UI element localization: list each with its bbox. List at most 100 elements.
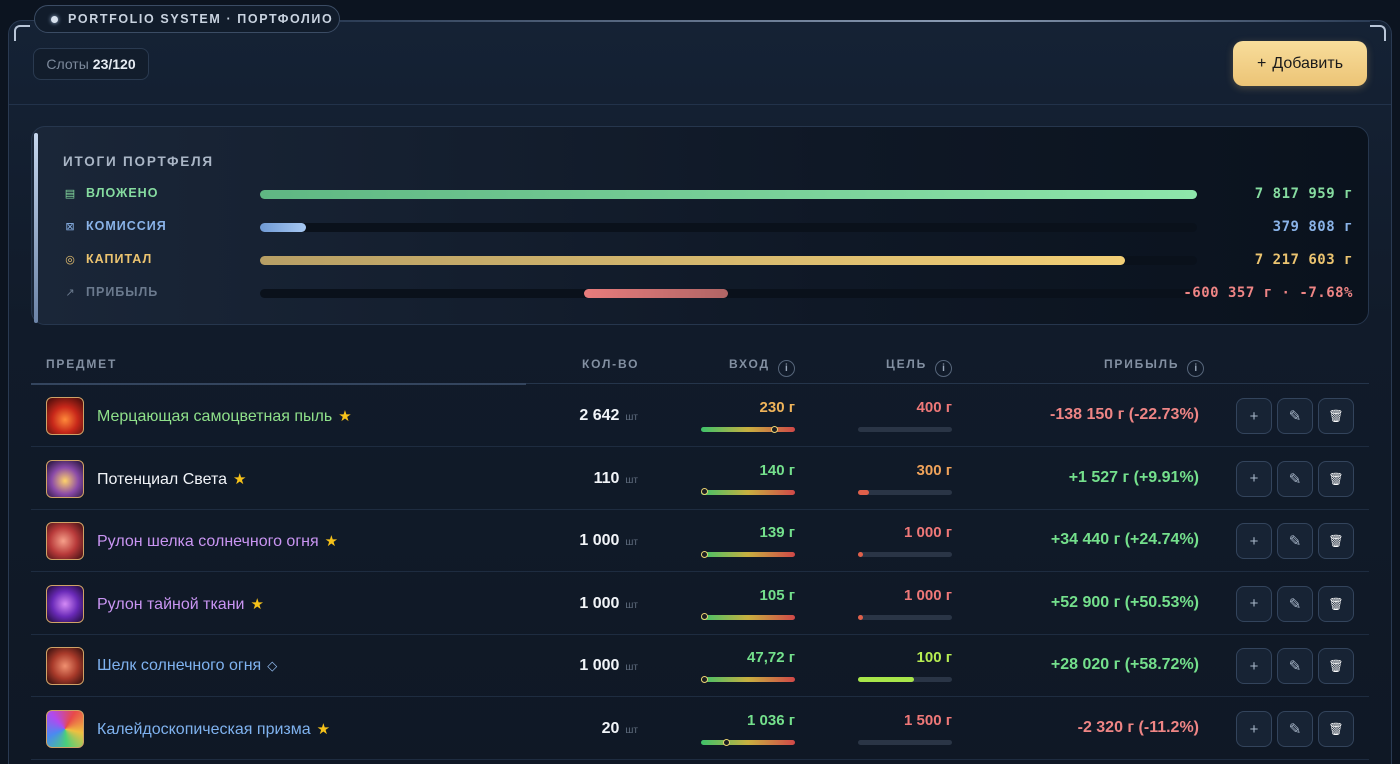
entry-price: 140 г [759,461,795,479]
entry-price: 139 г [759,524,795,542]
edit-button[interactable]: ✎ [1277,523,1313,560]
quantity-value: 2 642 [579,407,620,424]
item-name[interactable]: Калейдоскопическая призма ★ [97,720,330,739]
target-price: 1 000 г [904,524,952,542]
item-name[interactable]: Рулон шелка солнечного огня ★ [97,532,338,551]
add-item-button[interactable]: + Добавить [1233,41,1367,86]
column-header-item: ПРЕДМЕТ [46,357,118,371]
summary-row-amount: 7 817 959 г [1254,186,1353,202]
table-row[interactable]: Шелк солнечного огня ◇ 1 000 шт 47,72 г 100 г… [31,635,1369,698]
favorite-star-icon: ★ [338,408,352,425]
edit-button[interactable]: ✎ [1277,585,1313,622]
column-header-target-label: ЦЕЛЬ [886,357,928,371]
summary-row-label: ВЛОЖЕНО [86,186,159,200]
summary-row-3: ↗ ПРИБЫЛЬ -600 357 г · -7.68% [63,284,1353,302]
entry-price-bar [701,675,795,683]
entry-price: 105 г [759,586,795,604]
quantity-unit: шт [625,725,638,736]
entry-price-bar [701,738,795,746]
add-position-button[interactable]: + [1236,523,1272,560]
plus-icon: + [1249,657,1259,675]
entry-price-marker [701,613,708,621]
edit-button[interactable]: ✎ [1277,711,1313,747]
summary-bar-track [260,190,1197,199]
add-position-button[interactable]: + [1236,585,1272,622]
entry-price-bar [701,488,795,496]
entry-info-icon[interactable]: i [777,360,795,377]
item-profit: -2 320 г (-11.2%) [1077,719,1199,736]
summary-row-1: ⊠ КОМИССИЯ 379 808 г [63,218,1353,236]
item-name[interactable]: Рулон тайной ткани ★ [97,595,264,614]
quantity-value: 1 000 [579,594,620,612]
target-price: 1 000 г [904,586,952,604]
column-header-qty: КОЛ-ВО [582,357,640,371]
summary-row-label: КАПИТАЛ [86,252,153,266]
add-position-button[interactable]: + [1236,711,1272,747]
summary-row-amount: 7 217 603 г [1254,252,1353,268]
delete-button[interactable]: 🗑 [1318,711,1354,747]
favorite-star-icon: ★ [233,470,247,488]
delete-button[interactable]: 🗑 [1318,398,1354,434]
delete-button[interactable]: 🗑 [1318,523,1354,560]
quantity-unit: шт [625,662,638,674]
item-name[interactable]: Мерцающая самоцветная пыль ★ [97,407,352,426]
target-progress-fill [858,677,915,683]
table-row[interactable]: Потенциал Света ★ 110 шт 140 г 300 г +1 527 г … [31,448,1369,510]
plus-icon: + [1249,470,1259,488]
target-progress-bar [858,427,952,432]
summary-accent-bar [34,133,38,323]
header-divider [9,104,1391,105]
summary-row-2: ◎ КАПИТАЛ 7 217 603 г [63,251,1353,269]
item-name-text: Шелк солнечного огня [97,657,262,675]
pencil-icon: ✎ [1288,658,1302,676]
entry-price-bar [701,425,795,433]
tag-label: PORTFOLIO SYSTEM · ПОРТФОЛИО [68,12,334,26]
summary-bar-track [260,289,1197,298]
target-price: 1 500 г [904,712,952,729]
summary-row-0: ▤ ВЛОЖЕНО 7 817 959 г [63,185,1353,203]
item-name[interactable]: Шелк солнечного огня ◇ [97,657,277,675]
summary-bar-fill [584,289,728,298]
edit-button[interactable]: ✎ [1277,648,1313,685]
delete-button[interactable]: 🗑 [1318,648,1354,685]
entry-price: 230 г [759,399,795,416]
slots-label: Слоты [46,56,89,72]
delete-button[interactable]: 🗑 [1318,585,1354,622]
entry-price-bar [701,550,795,558]
target-info-icon[interactable]: i [935,360,953,377]
summary-row-amount: 379 808 г [1272,219,1353,235]
entry-price: 47,72 г [747,649,795,667]
add-position-button[interactable]: + [1236,648,1272,685]
delete-button[interactable]: 🗑 [1318,460,1354,497]
table-row[interactable]: Рулон тайной ткани ★ 1 000 шт 105 г 1 000 г +5… [31,573,1369,635]
edit-button[interactable]: ✎ [1277,460,1313,497]
profit-info-icon[interactable]: i [1187,360,1205,377]
corner-bracket-left [14,25,30,41]
plus-icon: + [1249,532,1259,550]
plus-icon: + [1249,407,1259,425]
favorite-star-icon: ★ [250,595,264,613]
add-position-button[interactable]: + [1236,398,1272,434]
pencil-icon: ✎ [1288,408,1302,425]
table-row[interactable]: Калейдоскопическая призма ★ 20 шт 1 036 г 1 5… [31,698,1369,760]
entry-price-marker [722,738,730,746]
edit-button[interactable]: ✎ [1277,398,1313,434]
item-name[interactable]: Потенциал Света ★ [97,470,246,489]
table-row[interactable]: Рулон шелка солнечного огня ★ 1 000 шт 139 г… [31,510,1369,573]
item-quantity: 1 000 шт [579,595,638,613]
pencil-icon: ✎ [1288,721,1302,738]
add-position-button[interactable]: + [1236,460,1272,497]
summary-row-label: КОМИССИЯ [86,219,167,233]
slots-value: 23/120 [92,56,136,72]
portfolio-summary-card: ИТОГИ ПОРТФЕЛЯ ▤ ВЛОЖЕНО 7 817 959 г ⊠ КОМИС… [31,126,1369,325]
item-name-text: Мерцающая самоцветная пыль [97,408,333,425]
slots-counter: Слоты 23/120 [33,48,149,80]
item-name-text: Калейдоскопическая призма [97,721,311,738]
summary-row-label: ПРИБЫЛЬ [86,285,159,299]
trash-icon: 🗑 [1328,471,1344,486]
quantity-value: 110 [593,469,620,487]
column-header-entry: ВХОД i [729,357,795,377]
table-row[interactable]: Мерцающая самоцветная пыль ★ 2 642 шт 230 г 4… [31,385,1369,447]
target-progress-bar [858,740,952,745]
summary-title: ИТОГИ ПОРТФЕЛЯ [63,154,214,169]
